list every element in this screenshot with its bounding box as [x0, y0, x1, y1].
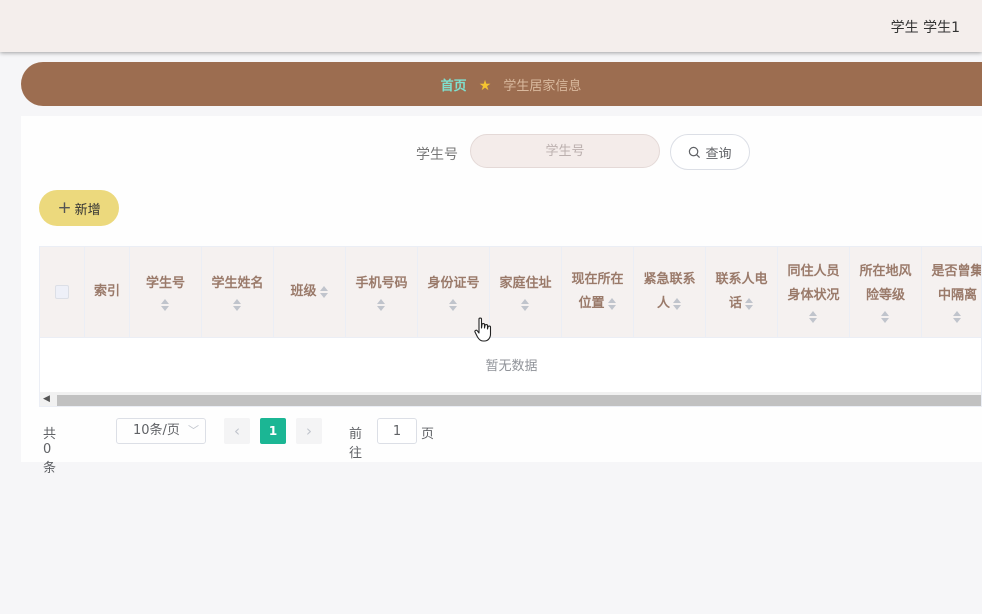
- sort-icon[interactable]: [607, 297, 617, 311]
- next-page-button[interactable]: ›: [296, 418, 322, 444]
- sort-icon[interactable]: [319, 285, 329, 299]
- sort-icon[interactable]: [232, 298, 242, 312]
- sort-icon[interactable]: [673, 297, 682, 311]
- sort-icon[interactable]: [745, 297, 754, 311]
- search-icon: [689, 146, 701, 158]
- sort-icon[interactable]: [376, 298, 386, 312]
- column-header-home-address[interactable]: 家庭住址: [490, 247, 562, 337]
- sort-icon[interactable]: [952, 310, 962, 324]
- horizontal-scrollbar[interactable]: ◀: [40, 392, 981, 406]
- total-count: 共 0 条: [43, 427, 57, 476]
- column-header-label: 中隔离: [937, 288, 977, 303]
- page-number-button[interactable]: 1: [260, 418, 286, 444]
- column-header-label: 同住人员: [787, 264, 840, 279]
- search-label: 学生号: [416, 147, 458, 163]
- student-id-search-input[interactable]: [470, 134, 660, 168]
- sort-icon[interactable]: [808, 310, 818, 324]
- column-header-label: 家庭住址: [499, 276, 552, 291]
- column-header-phone[interactable]: 手机号码: [346, 247, 418, 337]
- chevron-left-icon: ‹: [234, 422, 240, 440]
- column-header-label: 话: [728, 296, 742, 311]
- column-header-student-id[interactable]: 学生号: [130, 247, 202, 337]
- column-header-label: 班级: [290, 284, 317, 299]
- column-header-label: 身体状况: [787, 288, 840, 303]
- select-all-checkbox[interactable]: [55, 285, 69, 299]
- column-header-label: 人: [656, 296, 670, 311]
- column-header-label: 险等级: [865, 288, 905, 303]
- column-header-class[interactable]: 班级: [274, 247, 346, 337]
- table-header: 索引 学生号 学生姓名 班级 手机号码 身份证号 家庭住址 现在所在 位置 紧急…: [40, 247, 982, 338]
- hand-cursor-icon: [474, 317, 492, 342]
- column-header-label: 身份证号: [427, 276, 480, 291]
- column-header-emergency-contact[interactable]: 紧急联系人: [634, 247, 706, 337]
- column-header-student-name[interactable]: 学生姓名: [202, 247, 274, 337]
- breadcrumb-current: 学生居家信息: [503, 79, 582, 94]
- column-header-label: 所在地风: [859, 264, 912, 279]
- scroll-left-icon[interactable]: ◀: [43, 394, 50, 404]
- column-header-label: 学生号: [145, 276, 185, 291]
- column-header-label: 手机号码: [355, 276, 408, 291]
- sort-icon[interactable]: [448, 298, 458, 312]
- breadcrumb-bar: 首页 ★ 学生居家信息: [21, 62, 982, 106]
- top-navbar: 学生 学生1: [0, 0, 982, 52]
- column-header-cohabitant-health[interactable]: 同住人员 身体状况: [778, 247, 850, 337]
- data-table: 索引 学生号 学生姓名 班级 手机号码 身份证号 家庭住址 现在所在 位置 紧急…: [39, 246, 982, 407]
- chevron-right-icon: ›: [306, 422, 312, 440]
- page-size-select[interactable]: 10条/页 ﹀: [116, 418, 206, 444]
- column-header-contact-phone[interactable]: 联系人电话: [706, 247, 778, 337]
- column-header-quarantine[interactable]: 是否曾集 中隔离: [922, 247, 982, 337]
- column-header-label: 现在所在: [571, 272, 624, 287]
- select-all-cell: [40, 247, 85, 337]
- content-panel: 学生号 查询 + 新增 索引 学生号 学生姓名 班级 手机号码: [21, 116, 982, 476]
- query-button-label: 查询: [705, 146, 732, 162]
- column-header-label: 紧急联系: [643, 272, 696, 287]
- page-size-value: 10条/页: [133, 423, 180, 438]
- prev-page-button[interactable]: ‹: [224, 418, 250, 444]
- sort-icon[interactable]: [520, 298, 530, 312]
- scrollbar-thumb[interactable]: [57, 395, 981, 406]
- goto-suffix: 页: [421, 427, 435, 442]
- star-icon: ★: [478, 78, 492, 94]
- plus-icon: +: [57, 197, 72, 218]
- chevron-down-icon: ﹀: [188, 424, 199, 437]
- column-header-risk-level[interactable]: 所在地风 险等级: [850, 247, 922, 337]
- user-info[interactable]: 学生 学生1: [891, 17, 960, 37]
- goto-page-input[interactable]: [377, 418, 417, 444]
- goto-label: 前往: [349, 427, 363, 461]
- breadcrumb: 首页 ★ 学生居家信息: [21, 75, 982, 94]
- add-button[interactable]: + 新增: [39, 190, 119, 226]
- column-header-label: 位置: [578, 296, 605, 311]
- sort-icon[interactable]: [880, 310, 890, 324]
- breadcrumb-home[interactable]: 首页: [441, 79, 467, 94]
- query-button[interactable]: 查询: [670, 134, 750, 170]
- sort-icon[interactable]: [160, 298, 170, 312]
- empty-placeholder: 暂无数据: [485, 358, 538, 374]
- column-header-label: 是否曾集: [931, 264, 982, 279]
- column-header-index: 索引: [85, 247, 130, 337]
- column-header-label: 学生姓名: [211, 276, 264, 291]
- column-header-label: 索引: [93, 284, 120, 299]
- column-header-label: 联系人电: [715, 272, 768, 287]
- add-button-label: 新增: [74, 202, 101, 218]
- column-header-current-location[interactable]: 现在所在位置: [562, 247, 634, 337]
